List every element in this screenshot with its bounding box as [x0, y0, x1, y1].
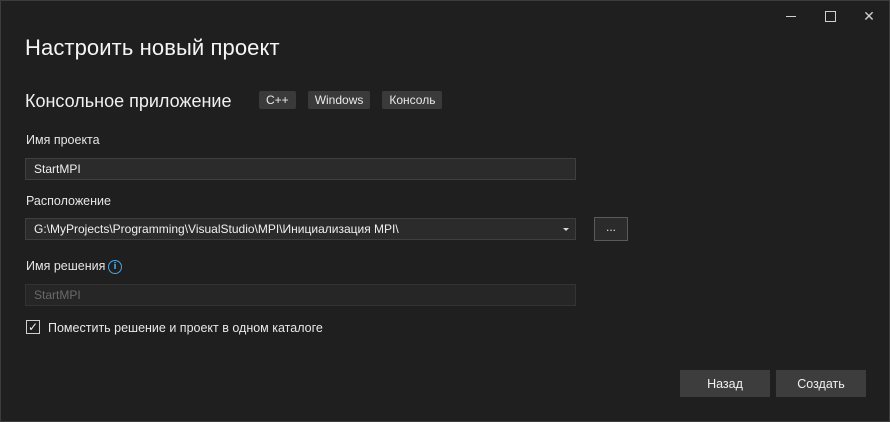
page-title: Настроить новый проект: [25, 35, 280, 60]
tag-project-type: Консоль: [382, 91, 443, 109]
create-button[interactable]: Создать: [776, 370, 866, 397]
template-tags: C++ Windows Консоль: [259, 91, 443, 109]
solution-name-label: Имя решения: [26, 259, 106, 273]
same-directory-label[interactable]: Поместить решение и проект в одном катал…: [48, 321, 323, 335]
browse-button[interactable]: ...: [594, 217, 628, 241]
location-value: G:\MyProjects\Programming\VisualStudio\M…: [34, 222, 399, 236]
info-icon[interactable]: i: [108, 260, 122, 274]
project-name-input[interactable]: StartMPI: [25, 158, 576, 180]
location-combobox[interactable]: G:\MyProjects\Programming\VisualStudio\M…: [25, 218, 576, 240]
tag-platform: Windows: [307, 91, 371, 109]
tag-language: C++: [259, 91, 296, 109]
minimize-icon[interactable]: [773, 1, 809, 31]
same-directory-checkbox[interactable]: ✓: [26, 320, 40, 334]
close-icon[interactable]: ✕: [851, 1, 887, 31]
solution-name-input: StartMPI: [25, 284, 576, 306]
template-name: Консольное приложение: [25, 91, 232, 111]
project-name-label: Имя проекта: [26, 133, 100, 147]
location-label: Расположение: [26, 194, 111, 208]
configure-project-dialog: ✕ Настроить новый проект Консольное прил…: [0, 0, 890, 422]
back-button[interactable]: Назад: [680, 370, 770, 397]
chevron-down-icon[interactable]: [563, 228, 569, 231]
maximize-icon[interactable]: [812, 1, 848, 31]
